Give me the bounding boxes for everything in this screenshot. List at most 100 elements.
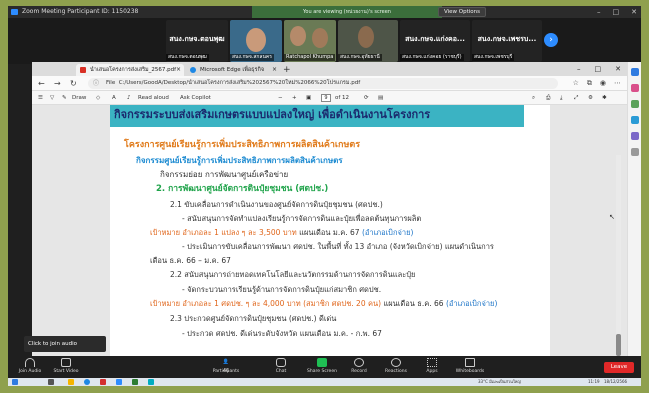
outlook-icon[interactable]: [631, 116, 639, 124]
maximize-icon[interactable]: □: [613, 6, 620, 18]
refresh-icon[interactable]: ↻: [70, 77, 77, 90]
note-text: (อำเภอเบิกจ่าย): [445, 299, 498, 308]
rotate-icon[interactable]: ⟳: [364, 91, 369, 105]
slide-line: 2.3 ประกวดศูนย์จัดการดินปุ๋ยชุมชน (ศดปช.…: [170, 314, 337, 323]
whiteboards-label: Whiteboards: [455, 369, 485, 374]
minimize-icon[interactable]: –: [577, 62, 581, 76]
zoom-toolbar: Join Audio Start Video 👤46 Participants …: [8, 356, 641, 378]
ask-copilot-button[interactable]: Ask Copilot: [180, 91, 211, 105]
pdf-scrollbar[interactable]: [616, 155, 621, 356]
search-icon[interactable]: ⌕: [532, 91, 535, 105]
participant-video: [290, 26, 306, 46]
zoom-taskbar-icon[interactable]: [116, 379, 122, 385]
draw-button[interactable]: Draw: [72, 91, 86, 105]
pdf-viewer[interactable]: กิจกรรมระบบส่งเสริมเกษตรแบบแปลงใหญ่ เพื่…: [32, 105, 627, 356]
add-sidebar-icon[interactable]: [631, 148, 639, 156]
reactions-icon: [391, 358, 401, 367]
participant-tile[interactable]: สนง.กษจ.เพชรบ... สนง.กษจ.เพชรบุรี: [472, 20, 542, 62]
print-icon[interactable]: ⎙: [546, 91, 550, 105]
participant-tile[interactable]: สนง.กษจ.อุทัยธานี: [338, 20, 398, 62]
view-options-button[interactable]: View Options: [438, 7, 486, 17]
fit-page-icon[interactable]: ▣: [306, 91, 311, 105]
tab-close-icon[interactable]: ×: [272, 64, 277, 76]
plan-text: แผนเดือน ม.ค. 67: [296, 228, 362, 237]
record-icon: [354, 358, 364, 367]
clock-date[interactable]: 18/12/2566: [604, 378, 627, 386]
page-number-input[interactable]: 9: [321, 94, 331, 102]
slide-line: 2.1 ขับเคลื่อนการดำเนินงานของศูนย์จัดการ…: [170, 200, 383, 209]
browser-window-controls: – □ ✕: [577, 62, 621, 76]
reactions-label: Reactions: [385, 369, 407, 374]
taskbar-app-icon[interactable]: [132, 379, 138, 385]
scrollbar-thumb[interactable]: [616, 334, 621, 356]
apps-button[interactable]: Apps: [418, 358, 446, 375]
page-total: of 12: [335, 95, 350, 101]
target-text: เป้าหมาย อำเภอละ 1 แปลง ๆ ละ 3,500 บาท: [150, 228, 297, 237]
participant-tile[interactable]: สนง.กษจ.แก่งคอ... สนง.กษจ.แก่งคอย (ราชบุ…: [400, 20, 470, 62]
share-screen-icon: [317, 358, 327, 367]
draw-icon[interactable]: ✎: [62, 91, 67, 105]
tab-close-icon[interactable]: ×: [176, 64, 181, 76]
tools-icon[interactable]: [631, 100, 639, 108]
more-menu-icon[interactable]: ⋯: [614, 77, 621, 90]
profile-icon[interactable]: ◉: [600, 77, 606, 90]
file-label: File: [106, 80, 116, 86]
edge-taskbar-icon[interactable]: [84, 379, 90, 385]
participants-button[interactable]: 👤46 Participants: [208, 358, 244, 375]
whiteboards-button[interactable]: Whiteboards: [450, 358, 490, 375]
forward-icon[interactable]: →: [54, 77, 61, 90]
leave-button[interactable]: Leave: [604, 362, 634, 373]
file-explorer-icon[interactable]: [68, 379, 74, 385]
clock-time[interactable]: 11:19: [588, 378, 600, 386]
taskbar-app-icon[interactable]: [148, 379, 154, 385]
participant-tile[interactable]: Ratchapol Khumpa: [284, 20, 336, 62]
save-icon[interactable]: ⤓: [560, 91, 562, 105]
shopping-icon[interactable]: [631, 84, 639, 92]
participant-tile[interactable]: สนง.กษจ.ตอนพุฒ สนง.กษจ.ตอนพุฒ: [166, 20, 228, 62]
gallery-next-icon[interactable]: ›: [544, 33, 558, 47]
taskbar-search-icon[interactable]: [48, 379, 54, 385]
back-icon[interactable]: ←: [38, 77, 45, 90]
pdf-page: กิจกรรมระบบส่งเสริมเกษตรแบบแปลงใหญ่ เพื่…: [110, 105, 550, 356]
start-video-button[interactable]: Start Video: [50, 358, 82, 375]
taskbar-app-icon[interactable]: [100, 379, 106, 385]
favorite-star-icon[interactable]: ☆: [573, 77, 579, 90]
zoom-out-icon[interactable]: −: [278, 91, 283, 105]
close-icon[interactable]: ✕: [631, 6, 637, 18]
participant-name: สนง.กษจ.แก่งคอย (ราชบุรี): [400, 54, 464, 61]
chat-button[interactable]: Chat: [266, 358, 296, 375]
edge-icon: [190, 67, 196, 73]
address-bar-row: ← → ↻ ⓘ File C:/Users/GoodA/Desktop/นำเส…: [32, 76, 627, 91]
url-input[interactable]: ⓘ File C:/Users/GoodA/Desktop/นำเสนอโครง…: [88, 78, 558, 89]
tab-edge[interactable]: Microsoft Edge เพื่อธุรกิจ ×: [186, 64, 280, 76]
fullscreen-icon[interactable]: ⤢: [574, 91, 578, 105]
zoom-in-icon[interactable]: +: [292, 91, 297, 105]
read-aloud-button[interactable]: Read aloud: [138, 91, 169, 105]
contents-icon[interactable]: ☰: [38, 91, 43, 105]
collections-icon[interactable]: ⧉: [587, 77, 592, 90]
search-sidebar-icon[interactable]: [631, 68, 639, 76]
add-text-icon[interactable]: A: [112, 91, 116, 105]
maximize-icon[interactable]: □: [595, 62, 602, 76]
highlight-icon[interactable]: ▽: [50, 91, 54, 105]
pin-icon[interactable]: ✱: [602, 91, 607, 105]
windows-start-icon[interactable]: [12, 379, 18, 385]
erase-icon[interactable]: ◇: [96, 91, 100, 105]
settings-gear-icon[interactable]: ⚙: [588, 91, 593, 105]
minimize-icon[interactable]: –: [597, 6, 601, 18]
join-audio-button[interactable]: Join Audio: [14, 358, 46, 375]
share-screen-button[interactable]: Share Screen: [304, 358, 340, 375]
close-icon[interactable]: ✕: [615, 62, 621, 76]
weather-text[interactable]: 33°C มีเมฆเป็นส่วนใหญ่: [478, 378, 521, 386]
new-tab-button[interactable]: +: [283, 64, 291, 76]
office-icon[interactable]: [631, 132, 639, 140]
read-aloud-icon[interactable]: ♪: [127, 91, 131, 105]
reactions-button[interactable]: Reactions: [380, 358, 412, 375]
page-view-icon[interactable]: ▤: [378, 91, 383, 105]
record-button[interactable]: Record: [344, 358, 374, 375]
participant-name: สนง.กษจ.สกลนคร: [230, 54, 274, 61]
participant-tile[interactable]: สนง.กษจ.สกลนคร: [230, 20, 282, 62]
apps-icon: [427, 358, 437, 367]
slide-line: - จัดกระบวนการเรียนรู้ด้านการจัดการดินปุ…: [182, 285, 382, 294]
tab-pdf[interactable]: นำเสนอโครงการส่งเสริม_2567.pdf ×: [76, 64, 184, 76]
